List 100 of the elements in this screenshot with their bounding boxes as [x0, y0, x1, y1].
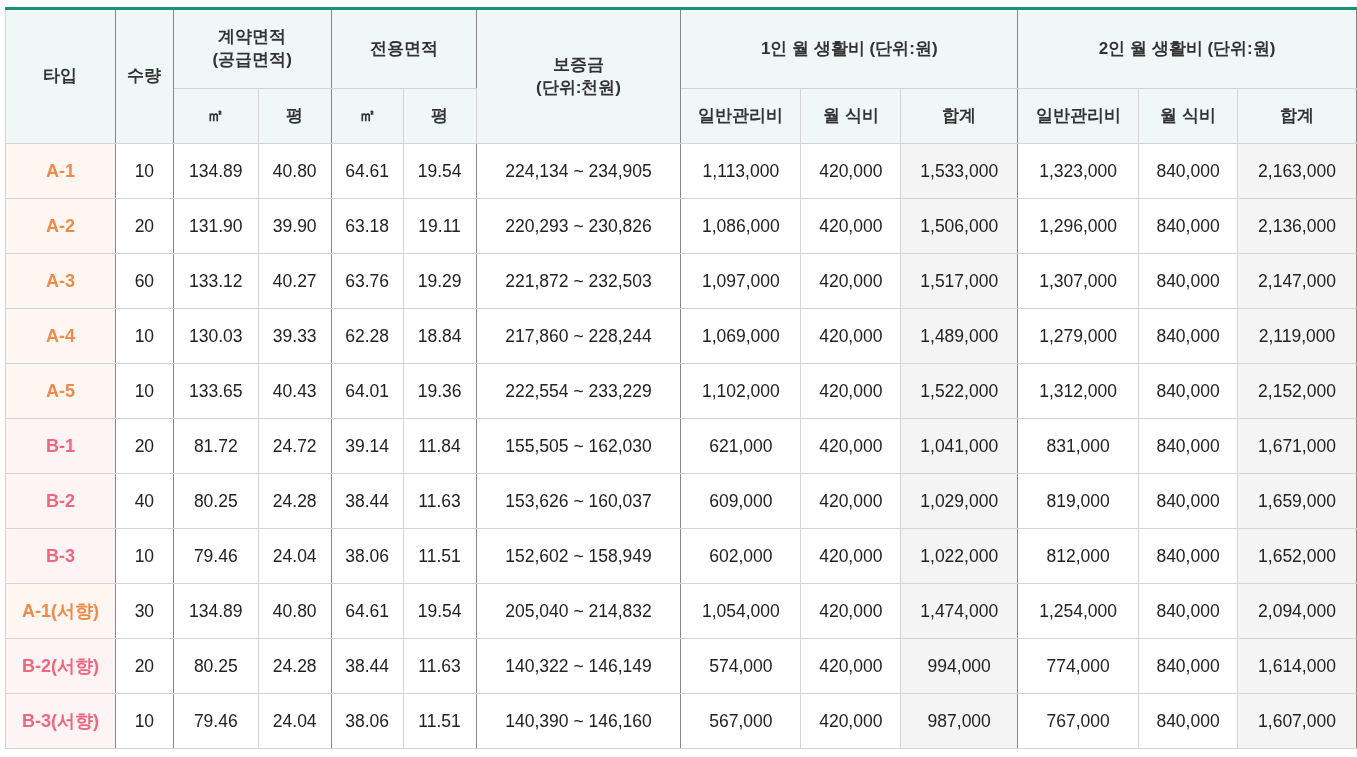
table-cell: 205,040 ~ 214,832 — [476, 583, 681, 639]
table-cell: 222,554 ~ 233,229 — [476, 363, 681, 419]
table-cell: 11.51 — [403, 693, 477, 749]
table-cell: 1,102,000 — [680, 363, 801, 419]
table-cell: 153,626 ~ 160,037 — [476, 473, 681, 529]
table-cell: 1,506,000 — [900, 198, 1018, 254]
table-cell: 60 — [115, 253, 174, 309]
table-cell: 840,000 — [1138, 143, 1238, 199]
table-cell: 1,097,000 — [680, 253, 801, 309]
column-header: ㎡ — [331, 88, 404, 144]
table-cell: 840,000 — [1138, 363, 1238, 419]
table-cell: 38.44 — [331, 638, 404, 694]
table-cell: 1,279,000 — [1017, 308, 1139, 364]
table-cell: 574,000 — [680, 638, 801, 694]
table-cell: 2,147,000 — [1237, 253, 1357, 309]
table-cell: 40.43 — [258, 363, 332, 419]
table-cell: 140,390 ~ 146,160 — [476, 693, 681, 749]
table-cell: 24.28 — [258, 473, 332, 529]
table-cell: 40.27 — [258, 253, 332, 309]
table-cell: 80.25 — [173, 638, 259, 694]
type-cell: A-4 — [5, 308, 116, 364]
table-cell: 609,000 — [680, 473, 801, 529]
table-cell: 420,000 — [800, 198, 901, 254]
column-header: 2인 월 생활비 (단위:원) — [1017, 8, 1357, 89]
table-cell: 840,000 — [1138, 583, 1238, 639]
table-cell: 39.14 — [331, 418, 404, 474]
column-header: 계약면적 (공급면적) — [173, 8, 332, 89]
table-cell: 1,659,000 — [1237, 473, 1357, 529]
table-cell: 19.11 — [403, 198, 477, 254]
table-cell: 621,000 — [680, 418, 801, 474]
table-cell: 840,000 — [1138, 198, 1238, 254]
table-cell: 1,113,000 — [680, 143, 801, 199]
table-cell: 1,474,000 — [900, 583, 1018, 639]
table-cell: 987,000 — [900, 693, 1018, 749]
table-cell: 19.29 — [403, 253, 477, 309]
table-cell: 1,069,000 — [680, 308, 801, 364]
table-cell: 1,522,000 — [900, 363, 1018, 419]
table-cell: 767,000 — [1017, 693, 1139, 749]
table-cell: 19.54 — [403, 583, 477, 639]
table-cell: 774,000 — [1017, 638, 1139, 694]
table-cell: 10 — [115, 693, 174, 749]
type-cell: A-2 — [5, 198, 116, 254]
table-cell: 133.12 — [173, 253, 259, 309]
column-header: 합계 — [1237, 88, 1357, 144]
table-cell: 1,086,000 — [680, 198, 801, 254]
table-cell: 19.36 — [403, 363, 477, 419]
table-cell: 819,000 — [1017, 473, 1139, 529]
table-cell: 420,000 — [800, 308, 901, 364]
table-cell: 420,000 — [800, 638, 901, 694]
table-cell: 1,022,000 — [900, 528, 1018, 584]
table-cell: 40 — [115, 473, 174, 529]
type-cell: B-2 — [5, 473, 116, 529]
table-cell: 79.46 — [173, 528, 259, 584]
table-cell: 79.46 — [173, 693, 259, 749]
table-cell: 1,254,000 — [1017, 583, 1139, 639]
table-cell: 64.61 — [331, 143, 404, 199]
table-cell: 2,119,000 — [1237, 308, 1357, 364]
column-header: 월 식비 — [800, 88, 901, 144]
column-header: 1인 월 생활비 (단위:원) — [680, 8, 1018, 89]
table-cell: 39.90 — [258, 198, 332, 254]
column-header: 전용면적 — [331, 8, 477, 89]
table-cell: 1,041,000 — [900, 418, 1018, 474]
table-cell: 152,602 ~ 158,949 — [476, 528, 681, 584]
type-cell: B-2(서향) — [5, 638, 116, 694]
table-cell: 812,000 — [1017, 528, 1139, 584]
table-cell: 224,134 ~ 234,905 — [476, 143, 681, 199]
table-cell: 24.28 — [258, 638, 332, 694]
table-cell: 1,054,000 — [680, 583, 801, 639]
column-header: 평 — [403, 88, 477, 144]
table-cell: 134.89 — [173, 143, 259, 199]
table-cell: 62.28 — [331, 308, 404, 364]
table-cell: 39.33 — [258, 308, 332, 364]
table-cell: 1,323,000 — [1017, 143, 1139, 199]
table-cell: 217,860 ~ 228,244 — [476, 308, 681, 364]
table-cell: 10 — [115, 308, 174, 364]
table-cell: 24.04 — [258, 693, 332, 749]
table-cell: 420,000 — [800, 473, 901, 529]
table-cell: 24.72 — [258, 418, 332, 474]
table-cell: 11.51 — [403, 528, 477, 584]
column-header: 합계 — [900, 88, 1018, 144]
table-cell: 420,000 — [800, 528, 901, 584]
table-cell: 420,000 — [800, 583, 901, 639]
table-cell: 130.03 — [173, 308, 259, 364]
table-cell: 2,152,000 — [1237, 363, 1357, 419]
table-cell: 420,000 — [800, 418, 901, 474]
table-cell: 1,607,000 — [1237, 693, 1357, 749]
table-cell: 1,517,000 — [900, 253, 1018, 309]
table-cell: 220,293 ~ 230,826 — [476, 198, 681, 254]
table-cell: 1,652,000 — [1237, 528, 1357, 584]
table-cell: 40.80 — [258, 143, 332, 199]
table-cell: 30 — [115, 583, 174, 639]
table-cell: 221,872 ~ 232,503 — [476, 253, 681, 309]
type-cell: B-1 — [5, 418, 116, 474]
table-cell: 11.63 — [403, 638, 477, 694]
table-cell: 38.06 — [331, 693, 404, 749]
table-cell: 20 — [115, 198, 174, 254]
table-cell: 567,000 — [680, 693, 801, 749]
table-cell: 134.89 — [173, 583, 259, 639]
table-cell: 602,000 — [680, 528, 801, 584]
table-cell: 840,000 — [1138, 418, 1238, 474]
